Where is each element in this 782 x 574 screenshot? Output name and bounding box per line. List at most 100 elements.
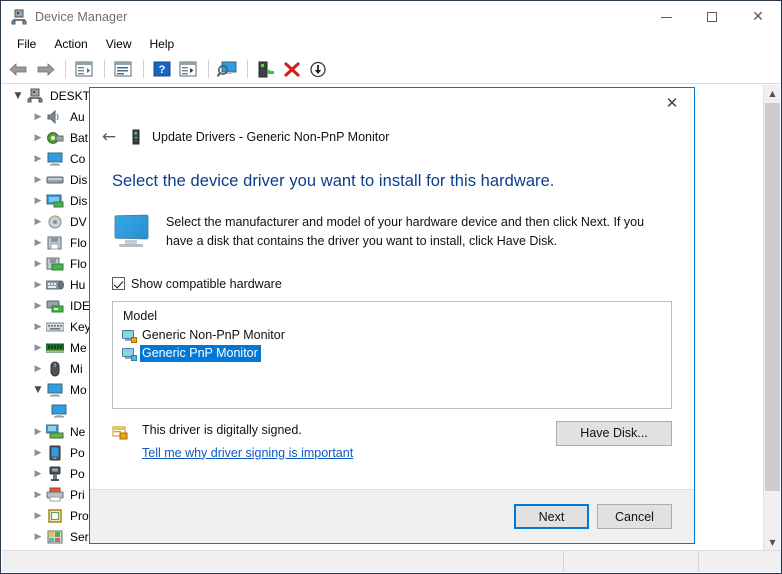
signed-driver-icon bbox=[112, 425, 130, 441]
show-hide-console-tree-icon[interactable] bbox=[72, 57, 96, 81]
list-item-label: Generic Non-PnP Monitor bbox=[142, 328, 285, 342]
close-icon[interactable]: ✕ bbox=[735, 1, 781, 33]
chevron-right-icon[interactable]: ▶ bbox=[30, 361, 46, 377]
minimize-icon[interactable] bbox=[643, 1, 689, 33]
keyboard-icon bbox=[45, 319, 65, 335]
tree-item-label: Hu bbox=[70, 277, 86, 292]
monitor-icon bbox=[112, 214, 152, 249]
chevron-down-icon[interactable]: ▼ bbox=[10, 88, 26, 104]
help-icon[interactable]: ? bbox=[150, 57, 174, 81]
dialog-intro: Select the manufacturer and model of you… bbox=[112, 213, 672, 251]
menu-view[interactable]: View bbox=[99, 35, 141, 53]
scrollbar-thumb[interactable] bbox=[765, 103, 780, 491]
show-compatible-hardware-checkbox[interactable]: Show compatible hardware bbox=[112, 277, 672, 291]
tree-item-label: Mo bbox=[70, 382, 87, 397]
back-icon[interactable] bbox=[7, 57, 31, 81]
statusbar-segment-3 bbox=[699, 551, 781, 572]
device-icon bbox=[128, 129, 144, 145]
chevron-right-icon[interactable]: ▶ bbox=[30, 340, 46, 356]
chevron-right-icon[interactable]: ▶ bbox=[30, 235, 46, 251]
chevron-right-icon[interactable]: ▶ bbox=[30, 319, 46, 335]
dialog-footer: Next Cancel bbox=[90, 489, 694, 543]
chevron-right-icon[interactable]: ▶ bbox=[30, 109, 46, 125]
properties-icon[interactable] bbox=[111, 57, 135, 81]
dialog-close-icon[interactable]: ✕ bbox=[650, 88, 694, 118]
tree-item-label: IDE bbox=[70, 298, 91, 313]
tree-item-label: Mi bbox=[70, 361, 83, 376]
chevron-right-icon[interactable]: ▶ bbox=[30, 529, 46, 545]
tree-item-label: Po bbox=[70, 466, 85, 481]
floppy-controller-icon bbox=[46, 256, 64, 272]
scroll-up-arrow[interactable]: ▲ bbox=[764, 85, 781, 102]
driver-model-listbox[interactable]: Model Generic Non-PnP Monitor Generic Pn… bbox=[112, 300, 672, 409]
scan-for-hardware-changes-icon[interactable] bbox=[215, 57, 239, 81]
chevron-right-icon[interactable]: ▶ bbox=[30, 214, 46, 230]
toolbar: ? bbox=[1, 55, 781, 84]
have-disk-button[interactable]: Have Disk... bbox=[556, 420, 672, 446]
dialog-title: Update Drivers - Generic Non-PnP Monitor bbox=[152, 130, 390, 144]
scroll-down-arrow[interactable]: ▼ bbox=[764, 534, 781, 551]
chevron-right-icon[interactable]: ▶ bbox=[30, 151, 46, 167]
monitor-child-icon bbox=[50, 403, 68, 419]
chevron-right-icon[interactable]: ▶ bbox=[30, 508, 46, 524]
chevron-right-icon[interactable]: ▶ bbox=[30, 130, 46, 146]
dialog-body-text: Select the manufacturer and model of you… bbox=[166, 215, 645, 248]
driver-signing-link[interactable]: Tell me why driver signing is important bbox=[142, 446, 353, 460]
cancel-button[interactable]: Cancel bbox=[597, 504, 672, 529]
window-controls: ✕ bbox=[643, 1, 781, 33]
window-title: Device Manager bbox=[35, 10, 128, 24]
checkbox-label: Show compatible hardware bbox=[131, 276, 282, 291]
tree-vertical-scrollbar[interactable]: ▲ ▼ bbox=[763, 85, 780, 551]
listbox-column-header: Model bbox=[123, 308, 158, 323]
uninstall-device-icon[interactable] bbox=[280, 57, 304, 81]
disable-device-icon[interactable] bbox=[306, 57, 330, 81]
chevron-right-icon[interactable]: ▶ bbox=[30, 424, 46, 440]
chevron-right-icon[interactable]: ▶ bbox=[30, 487, 46, 503]
svg-text:?: ? bbox=[159, 64, 166, 76]
chevron-right-icon[interactable]: ▶ bbox=[30, 298, 46, 314]
list-item[interactable]: Generic PnP Monitor bbox=[113, 345, 671, 363]
menu-help[interactable]: Help bbox=[143, 35, 184, 53]
chevron-right-icon[interactable]: ▶ bbox=[30, 172, 46, 188]
tree-item-label: Me bbox=[70, 340, 87, 355]
computer-icon bbox=[46, 151, 64, 167]
update-driver-icon[interactable] bbox=[176, 57, 200, 81]
dialog-body: Select the device driver you want to ins… bbox=[90, 158, 694, 489]
chevron-right-icon[interactable]: ▶ bbox=[30, 277, 46, 293]
chevron-right-icon[interactable]: ▶ bbox=[30, 193, 46, 209]
toolbar-separator bbox=[65, 60, 66, 78]
chevron-right-icon[interactable]: ▶ bbox=[30, 466, 46, 482]
tree-item-label: Pro bbox=[70, 508, 89, 523]
device-manager-window: Device Manager ✕ File Action View Help ?… bbox=[0, 0, 782, 574]
floppy-drive-icon bbox=[46, 235, 64, 251]
tree-item-label: Key bbox=[70, 319, 91, 334]
tree-item-label: Po bbox=[70, 445, 85, 460]
tree-item-label: Dis bbox=[70, 193, 88, 208]
list-item[interactable]: Generic Non-PnP Monitor bbox=[113, 327, 671, 345]
tree-item-label: Dis bbox=[70, 172, 88, 187]
tree-item-label: DV bbox=[70, 214, 87, 229]
monitor-icon bbox=[46, 382, 64, 398]
statusbar-segment-2 bbox=[564, 551, 699, 572]
ide-controller-icon bbox=[46, 298, 64, 314]
computer-icon bbox=[26, 88, 44, 104]
checkbox-box[interactable] bbox=[112, 277, 125, 290]
enable-device-icon[interactable] bbox=[254, 57, 278, 81]
dialog-heading: Select the device driver you want to ins… bbox=[112, 172, 555, 190]
next-button[interactable]: Next bbox=[514, 504, 589, 529]
window-titlebar: Device Manager ✕ bbox=[1, 1, 781, 33]
processor-icon bbox=[46, 508, 64, 524]
tree-item-label: Flo bbox=[70, 235, 87, 250]
chevron-down-icon[interactable]: ▼ bbox=[30, 382, 46, 398]
menu-action[interactable]: Action bbox=[47, 35, 96, 53]
chevron-right-icon[interactable]: ▶ bbox=[30, 445, 46, 461]
display-adapter-icon bbox=[46, 193, 64, 209]
tree-item-label: Bat bbox=[70, 130, 89, 145]
menu-file[interactable]: File bbox=[10, 35, 45, 53]
statusbar-message bbox=[2, 551, 564, 572]
tree-item-label: Ser bbox=[70, 529, 89, 544]
forward-icon[interactable] bbox=[33, 57, 57, 81]
maximize-icon[interactable] bbox=[689, 1, 735, 33]
back-arrow-icon[interactable]: ← bbox=[94, 124, 124, 150]
chevron-right-icon[interactable]: ▶ bbox=[30, 256, 46, 272]
